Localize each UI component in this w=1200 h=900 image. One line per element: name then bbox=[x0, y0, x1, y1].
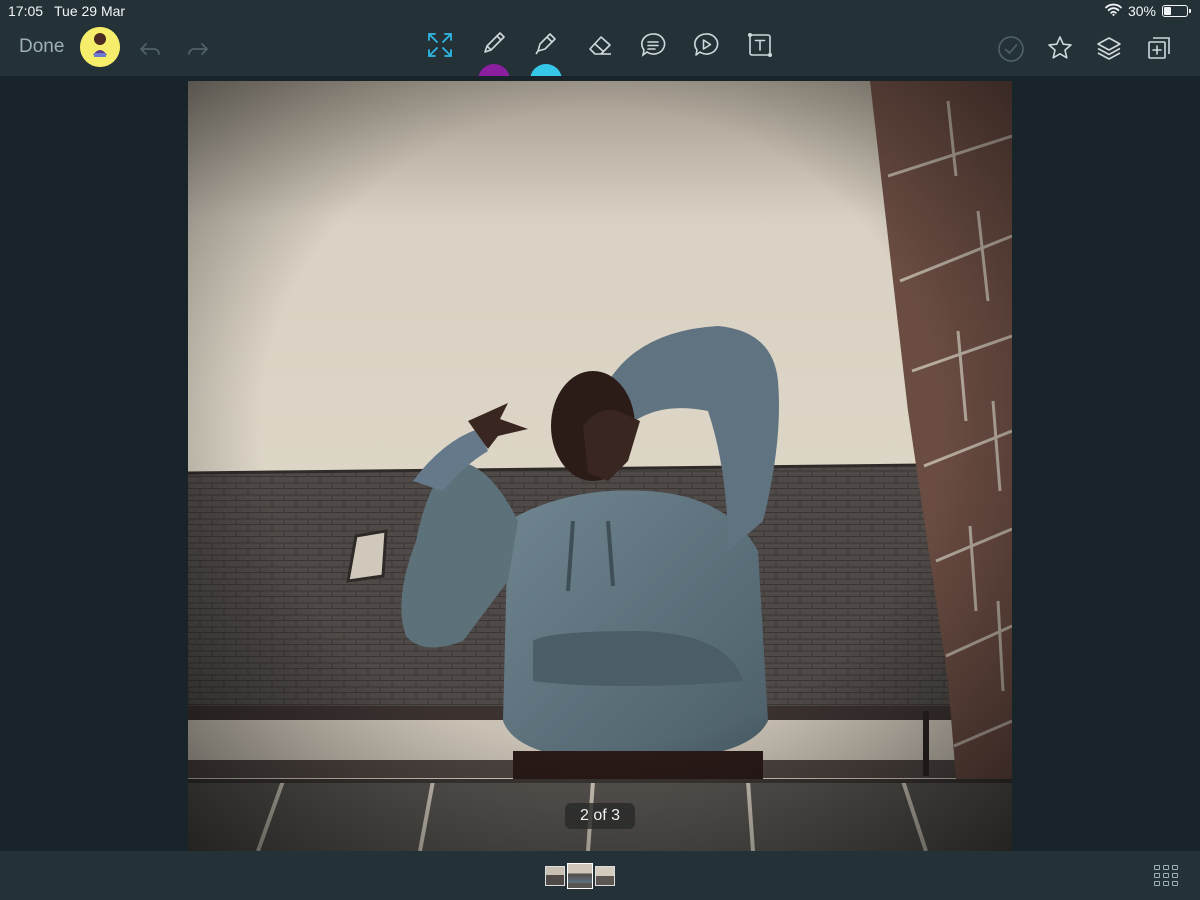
battery-icon bbox=[1162, 5, 1191, 17]
status-date: Tue 29 Mar bbox=[54, 3, 126, 19]
play-bubble-icon[interactable] bbox=[690, 29, 722, 61]
undo-icon[interactable] bbox=[134, 33, 166, 65]
battery-percent: 30% bbox=[1127, 3, 1156, 19]
canvas-area: 2 of 3 bbox=[0, 76, 1200, 851]
pencil-icon[interactable] bbox=[478, 27, 510, 59]
status-time: 17:05 bbox=[8, 3, 44, 19]
eraser-icon[interactable] bbox=[584, 29, 616, 61]
bottom-bar bbox=[0, 851, 1200, 900]
battery-level bbox=[1164, 7, 1171, 15]
status-bar: 17:05 Tue 29 Mar 30% bbox=[0, 0, 1200, 22]
toolbar: Done bbox=[0, 22, 1200, 80]
layers-icon[interactable] bbox=[1093, 32, 1125, 64]
text-box-icon[interactable] bbox=[744, 29, 776, 61]
page-indicator: 2 of 3 bbox=[565, 803, 635, 829]
expand-arrows-icon[interactable] bbox=[424, 29, 456, 61]
done-button[interactable]: Done bbox=[19, 36, 64, 58]
wifi-icon bbox=[1105, 3, 1122, 19]
grid-view-icon[interactable] bbox=[1154, 865, 1178, 887]
page-thumbnail[interactable] bbox=[545, 866, 565, 886]
add-page-icon[interactable] bbox=[1143, 32, 1175, 64]
app-window: 17:05 Tue 29 Mar 30% Done 2 of 3 bbox=[0, 0, 1200, 900]
page-thumbnail-active[interactable] bbox=[567, 863, 593, 889]
status-indicators: 30% bbox=[1105, 3, 1191, 19]
marker-pen-icon[interactable] bbox=[530, 27, 562, 59]
photo-image[interactable] bbox=[188, 81, 1012, 851]
speech-bubble-icon[interactable] bbox=[637, 29, 669, 61]
redo-icon[interactable] bbox=[182, 33, 214, 65]
avatar[interactable] bbox=[80, 27, 120, 67]
star-icon[interactable] bbox=[1044, 32, 1076, 64]
page-thumbnail[interactable] bbox=[595, 866, 615, 886]
page-thumbnails bbox=[545, 863, 615, 889]
checkmark-circle-icon[interactable] bbox=[995, 33, 1027, 65]
